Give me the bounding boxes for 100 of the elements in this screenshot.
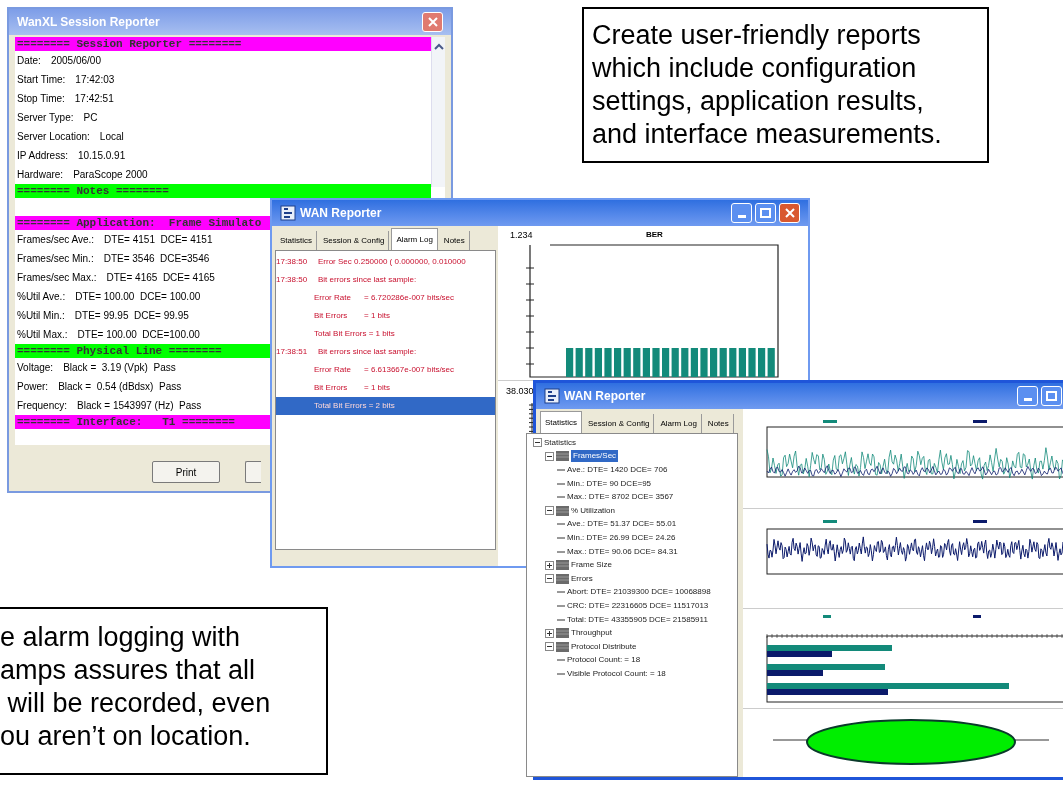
field-label: %Util Ave.: [17, 290, 66, 304]
tree-item[interactable]: % Utilization [571, 504, 615, 517]
log-message: Total Bit Errors = 2 bits [314, 400, 395, 412]
log-time: 17:38:51 [276, 346, 309, 358]
tree-item[interactable]: Ave.: DTE= 1420 DCE= 706 [567, 464, 668, 476]
field-label: Frequency: [17, 399, 68, 413]
tree-item[interactable]: Max.: DTE= 90.06 DCE= 84.31 [567, 545, 678, 558]
log-row[interactable]: Bit Errors = 1 bits [276, 379, 495, 397]
close-button[interactable] [779, 203, 800, 223]
tree-item[interactable]: Errors [571, 572, 593, 585]
close-icon [784, 208, 795, 218]
field-label: Server Type: [17, 111, 74, 125]
minimize-button[interactable] [731, 203, 752, 223]
field-value: PC [83, 111, 98, 125]
maximize-button[interactable] [755, 203, 776, 223]
field-label: IP Address: [17, 149, 68, 163]
print-button[interactable]: Print [152, 461, 220, 483]
tree-item[interactable]: Ave.: DTE= 51.37 DCE= 55.01 [567, 518, 677, 531]
tree-item[interactable]: Frames/Sec [571, 450, 619, 463]
minimize-icon [737, 215, 746, 218]
log-message: Bit errors since last sample: [318, 346, 417, 358]
chart-max-label: 1.234 [510, 229, 533, 242]
tree-item[interactable]: Min.: DTE= 90 DCE=95 [567, 477, 652, 490]
expand-icon[interactable] [545, 628, 554, 638]
field-value: DTE= 100.00 DCE= 100.00 [75, 290, 201, 304]
tree-item[interactable]: Total: DTE= 43355905 DCE= 21585911 [567, 613, 708, 626]
tree-item[interactable]: Statistics [544, 436, 576, 449]
tree-line-icon [557, 469, 565, 471]
field-label: %Util Max.: [17, 328, 68, 342]
collapse-icon[interactable] [545, 642, 554, 652]
tree-line-icon [557, 536, 565, 539]
log-row[interactable]: 17:38:50 Error Sec 0.250000 ( 0.000000, 0.010000 [276, 253, 495, 271]
caption-text: e alarm logging with amps assures that all will be recorded, even ou aren’t on location. [0, 607, 328, 775]
chart-max-label: 38.030 [506, 385, 534, 398]
tree-item[interactable]: Min.: DTE= 26.99 DCE= 24.26 [567, 531, 676, 544]
log-value: = 1 bits [364, 310, 390, 322]
legend-swatch [823, 519, 837, 523]
field-label: Date: [17, 54, 41, 68]
tree-item[interactable]: CRC: DTE= 22316605 DCE= 11517013 [567, 599, 709, 612]
log-row[interactable]: Total Bit Errors = 1 bits [276, 325, 495, 343]
log-row[interactable]: Total Bit Errors = 2 bits [276, 397, 495, 415]
maximize-icon [760, 208, 771, 218]
legend-swatch [973, 614, 981, 618]
minimize-button[interactable] [1017, 386, 1038, 406]
tree-item[interactable]: Throughput [571, 627, 612, 640]
tree-item[interactable]: Abort: DTE= 21039300 DCE= 10068898 [567, 586, 711, 599]
field-value: Local [99, 130, 124, 144]
tree-line-icon [557, 496, 565, 499]
log-row[interactable]: 17:38:50 Bit errors since last sample: [276, 271, 495, 289]
tree-line-icon [557, 523, 565, 526]
section-header: ======== Notes ======== [15, 184, 431, 198]
collapse-icon[interactable] [545, 451, 554, 461]
log-row[interactable]: Bit Errors = 1 bits [276, 307, 495, 325]
field-label: Hardware: [17, 168, 64, 182]
field-label: %Util Min.: [17, 309, 65, 323]
tree-item[interactable]: Frame Size [571, 559, 612, 572]
tree-item[interactable]: Max.: DTE= 8702 DCE= 3567 [567, 491, 674, 504]
tree-line-icon [557, 591, 565, 594]
bar [700, 348, 708, 377]
log-row[interactable]: Error Rate = 6.720286e-007 bits/sec [276, 289, 495, 307]
log-field: Bit Errors [314, 310, 364, 322]
log-time: 17:38:50 [276, 274, 309, 286]
legend-swatch [973, 519, 987, 523]
field-label: Start Time: [17, 73, 66, 87]
window-title: WAN Reporter [564, 388, 646, 405]
collapse-icon[interactable] [545, 506, 554, 516]
field-value: DTE= 3546 DCE=3546 [103, 252, 210, 266]
tree-line-icon [557, 618, 565, 621]
minimize-icon [1023, 398, 1032, 401]
log-row[interactable]: Error Rate = 6.613667e-007 bits/sec [276, 361, 495, 379]
tree-line-icon [557, 659, 565, 662]
legend-swatch [823, 614, 831, 618]
field-value: DTE= 4151 DCE= 4151 [104, 233, 213, 247]
dialog-button[interactable] [245, 461, 261, 483]
close-button[interactable] [422, 12, 443, 32]
field-value: 17:42:03 [75, 73, 115, 87]
bar [748, 348, 756, 377]
log-value: = 1 bits [364, 382, 390, 394]
maximize-icon [1046, 391, 1057, 401]
maximize-button[interactable] [1041, 386, 1062, 406]
tree-item[interactable]: Visible Protocol Count: = 18 [567, 667, 666, 680]
log-message: Total Bit Errors = 1 bits [314, 328, 395, 340]
tab[interactable]: Statistics [540, 411, 582, 433]
tree-line-icon [557, 482, 565, 485]
log-time: 17:38:50 [276, 256, 309, 268]
collapse-icon[interactable] [545, 574, 554, 584]
tree-line-icon [557, 672, 565, 675]
expand-icon[interactable] [545, 560, 554, 570]
tree-item[interactable]: Protocol Count: = 18 [567, 654, 641, 667]
log-field: Error Rate [314, 292, 364, 304]
scroll-up-icon[interactable] [433, 43, 444, 51]
field-value: ParaScope 2000 [73, 168, 148, 182]
tab[interactable]: Alarm Log [391, 228, 438, 250]
app-icon [544, 388, 560, 404]
field-label: Frames/sec Ave.: [17, 233, 95, 247]
tree-item[interactable]: Protocol Distribute [571, 640, 637, 653]
log-value: = 6.720286e-007 bits/sec [364, 292, 455, 304]
field-value: Black = 0.54 (dBdsx) Pass [58, 380, 182, 394]
collapse-icon[interactable] [533, 438, 542, 448]
field-label: Frames/sec Min.: [17, 252, 94, 266]
